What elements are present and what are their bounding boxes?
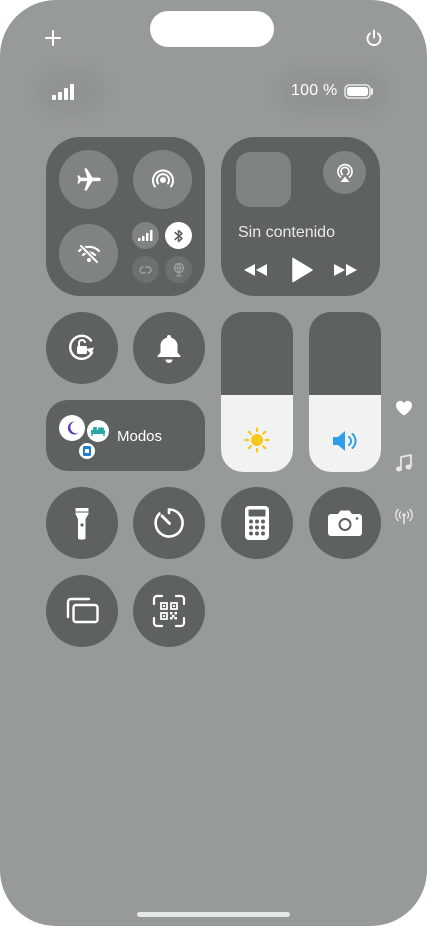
- bed-icon: [87, 420, 109, 442]
- fast-forward-icon: [333, 262, 359, 278]
- focus-modes-button[interactable]: Modos: [46, 400, 205, 471]
- speaker-icon: [309, 428, 381, 454]
- silent-mode-button[interactable]: [133, 312, 205, 384]
- heart-icon[interactable]: [395, 400, 413, 416]
- plus-icon[interactable]: [44, 29, 62, 47]
- moon-icon: [59, 415, 85, 441]
- fast-forward-button[interactable]: [333, 262, 359, 278]
- cellular-data-icon: [138, 230, 153, 241]
- vpn-button[interactable]: [165, 256, 192, 283]
- timer-icon: [151, 505, 187, 541]
- home-indicator[interactable]: [137, 912, 290, 917]
- flashlight-button[interactable]: [46, 487, 118, 559]
- rewind-icon: [242, 262, 268, 278]
- play-button[interactable]: [291, 257, 313, 283]
- cellular-data-button[interactable]: [132, 222, 159, 249]
- wireless-icon[interactable]: [394, 508, 414, 525]
- camera-button[interactable]: [309, 487, 381, 559]
- cellular-signal-icon: [52, 84, 76, 100]
- personal-hotspot-button[interactable]: [132, 256, 159, 283]
- brightness-slider[interactable]: [221, 312, 293, 472]
- rotation-lock-icon: [64, 330, 100, 366]
- dynamic-island: [150, 11, 274, 47]
- personal-hotspot-icon: [138, 264, 153, 276]
- play-icon: [291, 257, 313, 283]
- sun-icon: [221, 426, 293, 454]
- rewind-button[interactable]: [242, 262, 268, 278]
- qr-code-icon: [152, 594, 186, 628]
- media-title: Sin contenido: [238, 224, 335, 241]
- airplane-icon: [75, 166, 103, 194]
- bell-icon: [154, 332, 184, 364]
- vpn-icon: [172, 262, 186, 277]
- camera-icon: [327, 509, 363, 537]
- airplay-icon: [334, 162, 356, 184]
- badge-icon: [79, 443, 95, 459]
- screen-mirroring-icon: [64, 596, 100, 626]
- power-icon[interactable]: [364, 28, 384, 48]
- airdrop-icon: [149, 166, 177, 194]
- connectivity-module: [46, 137, 205, 296]
- battery-icon: [344, 84, 375, 99]
- focus-label: Modos: [117, 428, 163, 445]
- flashlight-icon: [74, 506, 90, 540]
- screen-mirroring-button[interactable]: [46, 575, 118, 647]
- airplane-mode-button[interactable]: [59, 150, 118, 209]
- calculator-button[interactable]: [221, 487, 293, 559]
- album-artwork: [236, 152, 291, 207]
- bluetooth-icon: [173, 228, 185, 244]
- volume-slider[interactable]: [309, 312, 381, 472]
- calculator-icon: [244, 505, 270, 541]
- orientation-lock-button[interactable]: [46, 312, 118, 384]
- music-note-icon[interactable]: [395, 454, 412, 473]
- timer-button[interactable]: [133, 487, 205, 559]
- battery-percentage: 100 %: [291, 82, 338, 99]
- qr-code-scanner-button[interactable]: [133, 575, 205, 647]
- bluetooth-button[interactable]: [165, 222, 192, 249]
- wifi-off-icon: [75, 240, 103, 268]
- wifi-button[interactable]: [59, 224, 118, 283]
- media-module: Sin contenido: [221, 137, 380, 296]
- airplay-button[interactable]: [323, 151, 366, 194]
- airdrop-button[interactable]: [133, 150, 192, 209]
- control-center: 100 % Sin contenido Modos: [0, 0, 427, 926]
